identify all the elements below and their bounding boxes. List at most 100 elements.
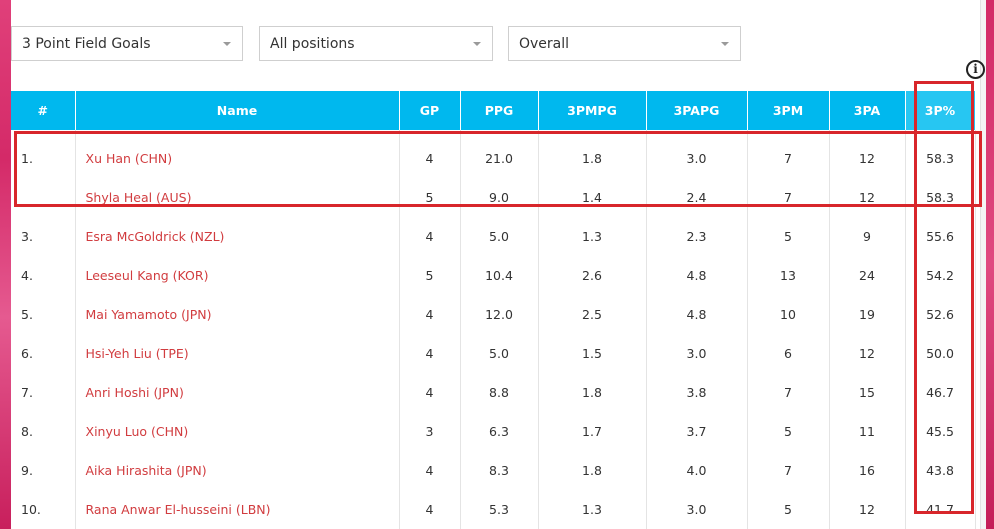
ppg-cell: 5.3 xyxy=(460,490,539,529)
3p-pct-cell: 54.2 xyxy=(905,256,976,295)
decorative-left-edge xyxy=(0,0,11,529)
player-name-link[interactable]: Rana Anwar El-husseini (LBN) xyxy=(75,490,400,529)
3papg-cell: 3.0 xyxy=(646,130,748,178)
3pm-cell: 5 xyxy=(747,412,830,451)
3pm-cell: 5 xyxy=(747,217,830,256)
3pa-cell: 15 xyxy=(829,373,906,412)
column-header-3papg[interactable]: 3PAPG xyxy=(646,91,748,130)
player-name-link[interactable]: Xu Han (CHN) xyxy=(75,130,400,178)
gp-cell: 4 xyxy=(399,130,461,178)
position-value: All positions xyxy=(270,36,355,52)
column-header-3pm[interactable]: 3PM xyxy=(747,91,830,130)
table-row: 4. Leeseul Kang (KOR) 5 10.4 2.6 4.8 13 24 54.2 xyxy=(11,256,976,295)
3p-pct-cell: 58.3 xyxy=(905,178,976,217)
3pmpg-cell: 1.8 xyxy=(538,130,647,178)
3pmpg-cell: 2.5 xyxy=(538,295,647,334)
3papg-cell: 3.0 xyxy=(646,334,748,373)
gp-cell: 4 xyxy=(399,490,461,529)
ppg-cell: 12.0 xyxy=(460,295,539,334)
3p-pct-cell: 52.6 xyxy=(905,295,976,334)
ppg-cell: 5.0 xyxy=(460,334,539,373)
table-row: 8. Xinyu Luo (CHN) 3 6.3 1.7 3.7 5 11 45.5 xyxy=(11,412,976,451)
3papg-cell: 4.0 xyxy=(646,451,748,490)
3papg-cell: 2.3 xyxy=(646,217,748,256)
3pm-cell: 7 xyxy=(747,130,830,178)
table-row: 9. Aika Hirashita (JPN) 4 8.3 1.8 4.0 7 16 43.8 xyxy=(11,451,976,490)
table-row: 7. Anri Hoshi (JPN) 4 8.8 1.8 3.8 7 15 46.7 xyxy=(11,373,976,412)
3pmpg-cell: 1.7 xyxy=(538,412,647,451)
player-name-link[interactable]: Leeseul Kang (KOR) xyxy=(75,256,400,295)
gp-cell: 3 xyxy=(399,412,461,451)
column-header-name[interactable]: Name xyxy=(75,91,400,130)
rank-cell: 3. xyxy=(11,217,76,256)
rank-cell xyxy=(11,178,76,217)
column-header-rank[interactable]: # xyxy=(11,91,76,130)
column-header-ppg[interactable]: PPG xyxy=(460,91,539,130)
ppg-cell: 6.3 xyxy=(460,412,539,451)
3pmpg-cell: 2.6 xyxy=(538,256,647,295)
3pa-cell: 12 xyxy=(829,130,906,178)
column-header-gp[interactable]: GP xyxy=(399,91,461,130)
gp-cell: 4 xyxy=(399,295,461,334)
ppg-cell: 5.0 xyxy=(460,217,539,256)
3papg-cell: 3.8 xyxy=(646,373,748,412)
ppg-cell: 10.4 xyxy=(460,256,539,295)
3p-pct-cell: 41.7 xyxy=(905,490,976,529)
3pm-cell: 7 xyxy=(747,451,830,490)
gp-cell: 5 xyxy=(399,178,461,217)
table-body: 1. Xu Han (CHN) 4 21.0 1.8 3.0 7 12 58.3 Shyla He… xyxy=(11,130,976,529)
3pmpg-cell: 1.3 xyxy=(538,490,647,529)
rank-cell: 4. xyxy=(11,256,76,295)
player-name-link[interactable]: Xinyu Luo (CHN) xyxy=(75,412,400,451)
scrollbar[interactable] xyxy=(980,0,986,529)
stats-table: # Name GP PPG 3PMPG 3PAPG 3PM 3PA 3P% 1.… xyxy=(11,91,976,529)
rank-cell: 9. xyxy=(11,451,76,490)
3papg-cell: 3.7 xyxy=(646,412,748,451)
stat-category-select[interactable]: 3 Point Field Goals xyxy=(11,26,243,61)
column-header-3p-pct[interactable]: 3P% xyxy=(905,91,976,130)
column-header-3pmpg[interactable]: 3PMPG xyxy=(538,91,647,130)
chevron-down-icon xyxy=(473,42,481,46)
player-name-link[interactable]: Hsi-Yeh Liu (TPE) xyxy=(75,334,400,373)
gp-cell: 4 xyxy=(399,334,461,373)
chevron-down-icon xyxy=(721,42,729,46)
3papg-cell: 4.8 xyxy=(646,256,748,295)
3pmpg-cell: 1.5 xyxy=(538,334,647,373)
player-name-link[interactable]: Shyla Heal (AUS) xyxy=(75,178,400,217)
3papg-cell: 2.4 xyxy=(646,178,748,217)
gp-cell: 4 xyxy=(399,451,461,490)
player-name-link[interactable]: Esra McGoldrick (NZL) xyxy=(75,217,400,256)
ppg-cell: 8.3 xyxy=(460,451,539,490)
3pa-cell: 11 xyxy=(829,412,906,451)
column-header-3pa[interactable]: 3PA xyxy=(829,91,906,130)
rank-cell: 10. xyxy=(11,490,76,529)
3p-pct-cell: 50.0 xyxy=(905,334,976,373)
gp-cell: 4 xyxy=(399,373,461,412)
gp-cell: 5 xyxy=(399,256,461,295)
rank-cell: 5. xyxy=(11,295,76,334)
rank-cell: 7. xyxy=(11,373,76,412)
3pmpg-cell: 1.4 xyxy=(538,178,647,217)
3p-pct-cell: 45.5 xyxy=(905,412,976,451)
position-select[interactable]: All positions xyxy=(259,26,493,61)
info-icon[interactable]: i xyxy=(966,60,985,79)
gp-cell: 4 xyxy=(399,217,461,256)
table-row: 3. Esra McGoldrick (NZL) 4 5.0 1.3 2.3 5 9 55.6 xyxy=(11,217,976,256)
player-name-link[interactable]: Aika Hirashita (JPN) xyxy=(75,451,400,490)
player-name-link[interactable]: Mai Yamamoto (JPN) xyxy=(75,295,400,334)
player-name-link[interactable]: Anri Hoshi (JPN) xyxy=(75,373,400,412)
ppg-cell: 8.8 xyxy=(460,373,539,412)
scope-value: Overall xyxy=(519,36,570,52)
rank-cell: 1. xyxy=(11,130,76,178)
3p-pct-cell: 58.3 xyxy=(905,130,976,178)
3p-pct-cell: 55.6 xyxy=(905,217,976,256)
3p-pct-cell: 46.7 xyxy=(905,373,976,412)
3pm-cell: 13 xyxy=(747,256,830,295)
ppg-cell: 9.0 xyxy=(460,178,539,217)
3pmpg-cell: 1.8 xyxy=(538,373,647,412)
scope-select[interactable]: Overall xyxy=(508,26,741,61)
3pa-cell: 16 xyxy=(829,451,906,490)
3papg-cell: 3.0 xyxy=(646,490,748,529)
table-row: 10. Rana Anwar El-husseini (LBN) 4 5.3 1.3 3.… xyxy=(11,490,976,529)
stat-category-value: 3 Point Field Goals xyxy=(22,36,151,52)
